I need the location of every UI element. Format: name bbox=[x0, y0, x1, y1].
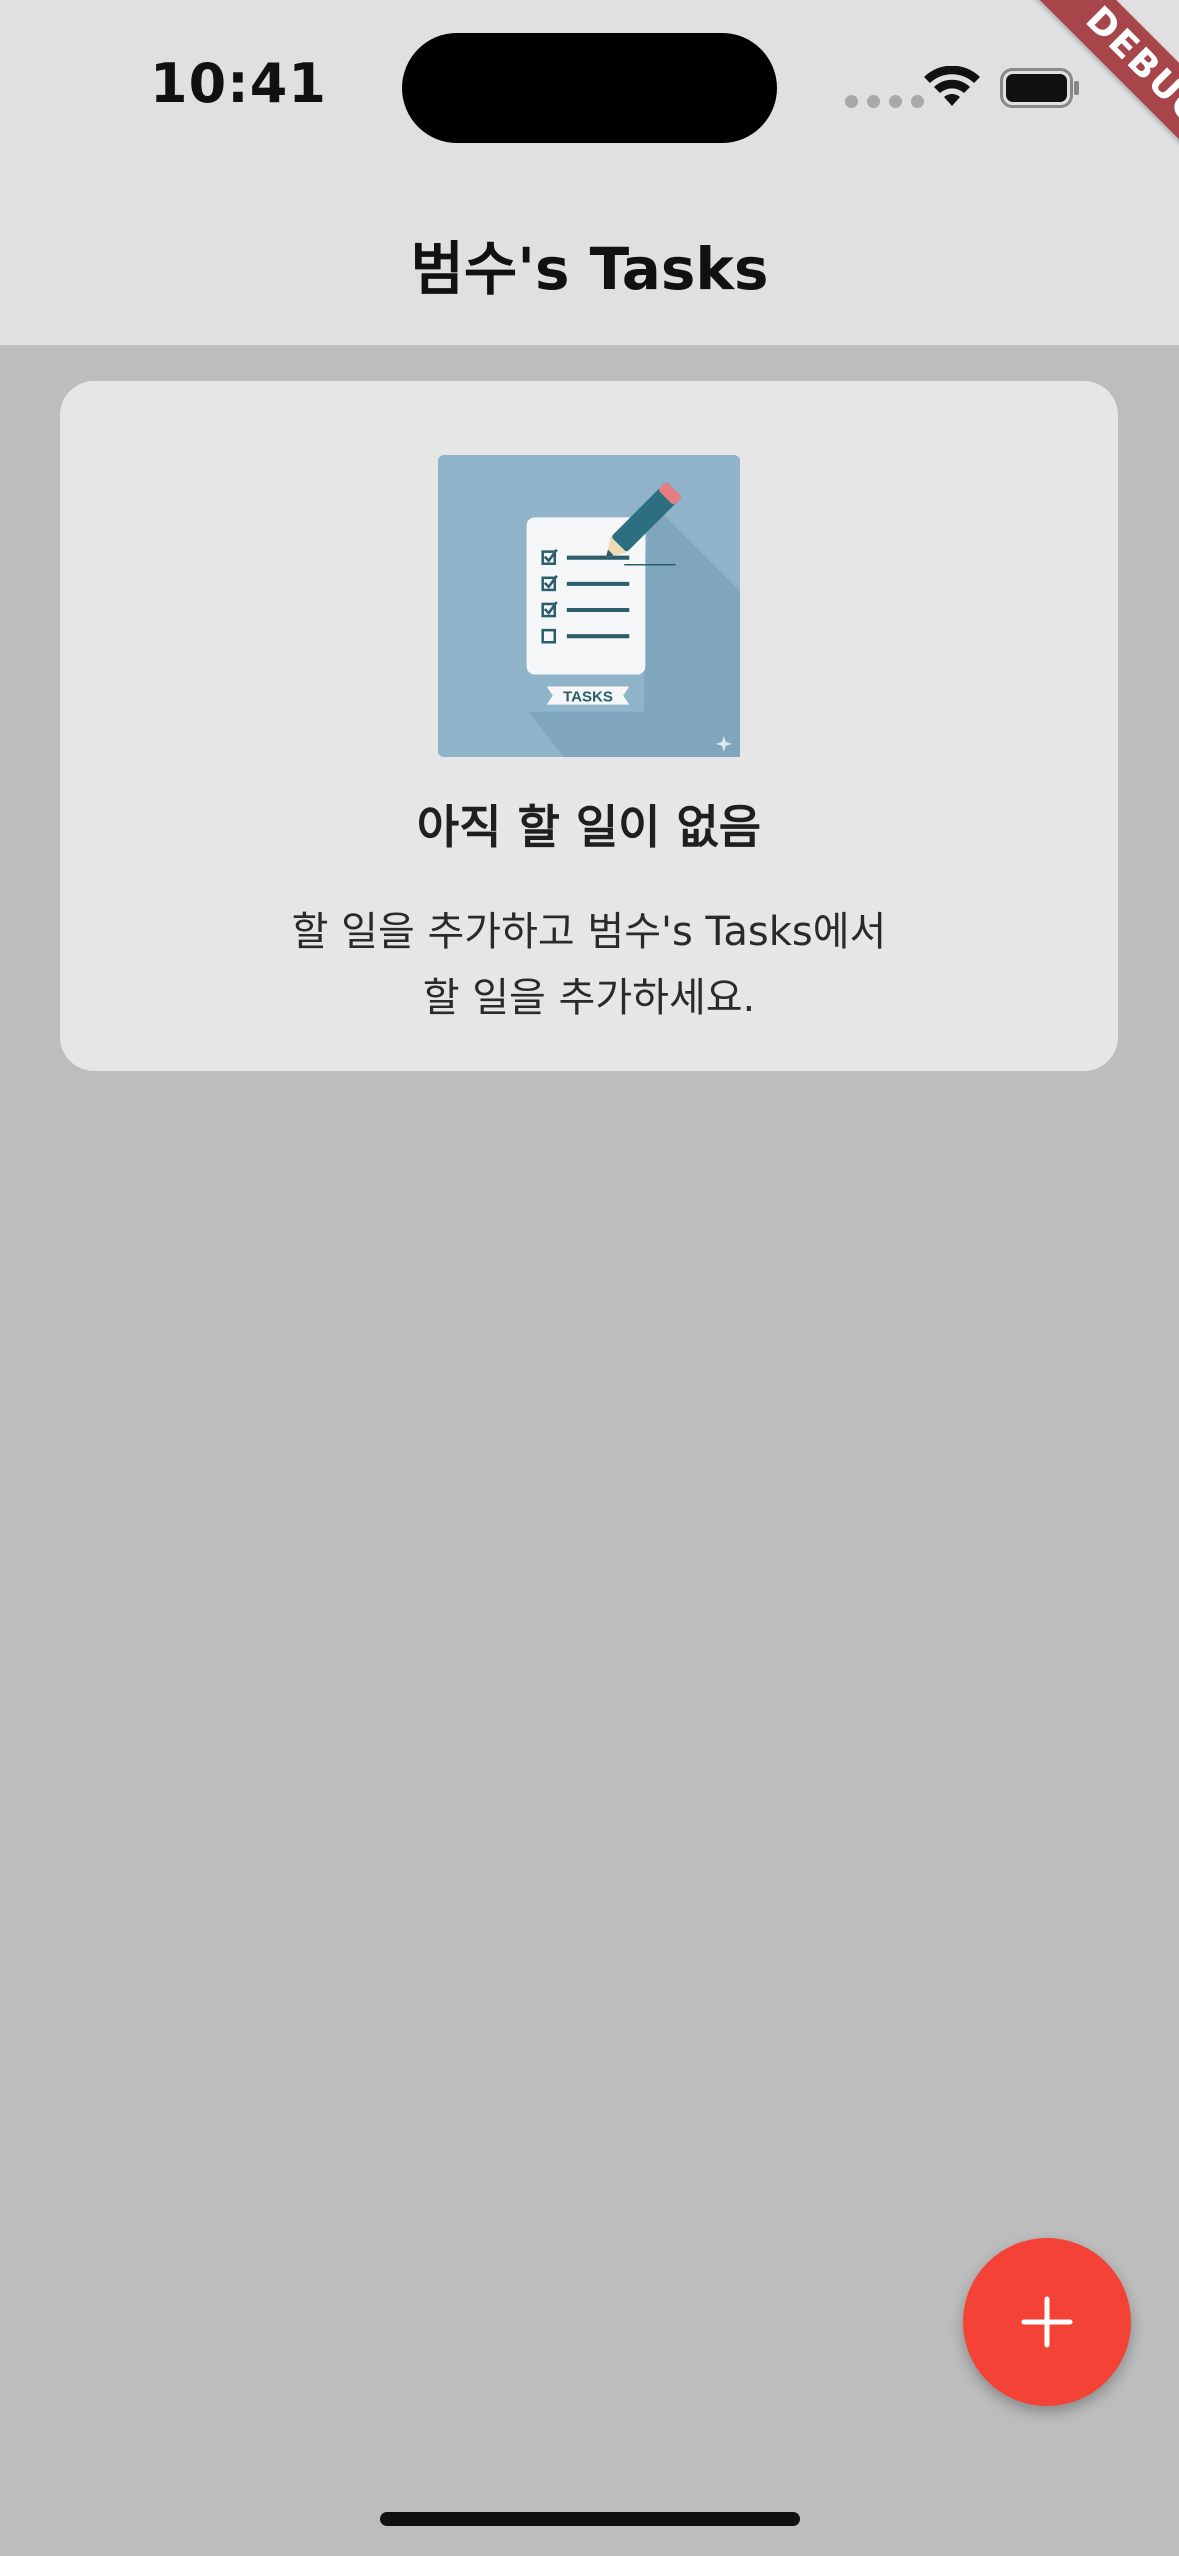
empty-state-message-line1: 할 일을 추가하고 범수's Tasks에서 bbox=[291, 909, 887, 955]
dynamic-island bbox=[402, 33, 777, 143]
tasks-checklist-icon: TASKS bbox=[438, 455, 740, 757]
illustration-label: TASKS bbox=[563, 689, 613, 706]
empty-state-message: 할 일을 추가하고 범수's Tasks에서 할 일을 추가하세요. bbox=[200, 899, 978, 1031]
empty-state-card: TASKS 아직 할 일이 없음 할 일을 추가하고 범수's Tasks에서 … bbox=[60, 381, 1118, 1071]
add-task-button[interactable] bbox=[963, 2238, 1131, 2406]
cellular-signal-icon bbox=[845, 95, 924, 108]
plus-icon bbox=[1021, 2296, 1073, 2348]
page-title: 범수's Tasks bbox=[410, 235, 769, 303]
empty-state-heading: 아직 할 일이 없음 bbox=[416, 800, 762, 854]
wifi-icon bbox=[924, 66, 980, 106]
home-indicator[interactable] bbox=[380, 2512, 800, 2526]
battery-icon bbox=[1000, 68, 1079, 108]
status-time: 10:41 bbox=[150, 52, 327, 115]
empty-state-message-line2: 할 일을 추가하세요. bbox=[422, 975, 756, 1021]
app-bar: 10:41 범수's Tasks bbox=[0, 0, 1179, 345]
